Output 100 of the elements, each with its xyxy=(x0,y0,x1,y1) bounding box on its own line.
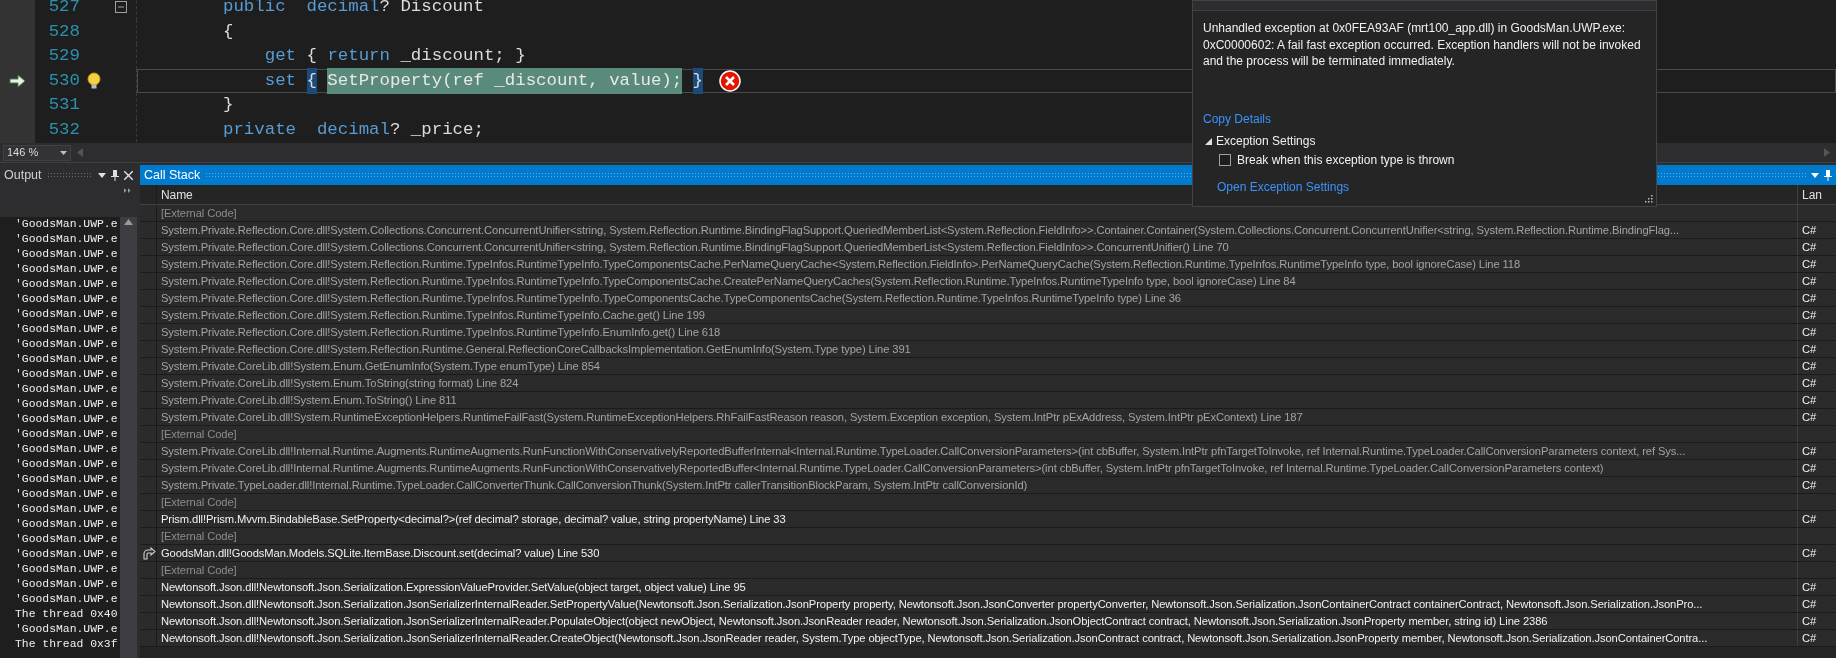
stack-frame[interactable]: System.Private.CoreLib.dll!Internal.Runtime.Augments.RuntimeAugments.RunFunctionWithConservativelyReportedBufferInternal<Internal.Runtime.TypeLoader.CallConversionParameters>(int cbBuffer, System.IntPtr pfnTargetToInvoke, ref Internal.Runtime.TypeLoader.CallConversionParameters context, ref Sys... xyxy=(161,445,1686,457)
output-line: 'GoodsMan.UWP.e xyxy=(15,262,119,277)
stack-frame[interactable]: System.Private.Reflection.Core.dll!System.Reflection.Runtime.TypeInfos.RuntimeTypeInfo.TypeComponentsCache.PerNameQueryCache<System.Reflection.FieldInfo>.PerNameQueryCache(System.Reflection.Runtime.TypeInfos.RuntimeTypeInfo type, bool ignoreCase) Line 118 xyxy=(161,258,1521,270)
output-line: 'GoodsMan.UWP.e xyxy=(15,397,119,412)
checkbox[interactable] xyxy=(1219,154,1231,166)
stack-frame[interactable]: System.Private.Reflection.Core.dll!System.Reflection.Runtime.General.ReflectionCoreCallbacksImplementation.GetEnumInfo(System.Type type) Line 391 xyxy=(161,343,911,355)
output-line: 'GoodsMan.UWP.e xyxy=(15,232,119,247)
column-header[interactable]: Name xyxy=(161,188,193,202)
code-text: } xyxy=(223,94,234,117)
stack-frame[interactable]: Newtonsoft.Json.dll!Newtonsoft.Json.Serialization.JsonSerializerInternalReader.CreateObject(Newtonsoft.Json.JsonReader reader, System.Type objectType, Newtonsoft.Json.Serialization.JsonContract contract, Newtonsoft.Json.Serialization.JsonProperty member, Newtonsoft.Json.Serialization.JsonContainerContra... xyxy=(161,632,1708,644)
code-keyword: get xyxy=(263,45,297,68)
output-line: 'GoodsMan.UWP.e xyxy=(15,577,119,592)
code-text: ? _price; xyxy=(390,118,484,141)
language-cell: C# xyxy=(1802,360,1817,372)
output-line: 'GoodsMan.UWP.e xyxy=(15,592,119,607)
output-line: 'GoodsMan.UWP.e xyxy=(15,517,119,532)
output-line: 'GoodsMan.UWP.e xyxy=(15,532,119,547)
language-cell: C# xyxy=(1802,309,1817,321)
language-cell: C# xyxy=(1802,479,1817,491)
language-cell: C# xyxy=(1802,241,1817,253)
language-cell: C# xyxy=(1802,326,1817,338)
stack-frame[interactable]: System.Private.Reflection.Core.dll!System.Reflection.Runtime.TypeInfos.RuntimeTypeInfo.EnumInfo.get() Line 618 xyxy=(161,326,721,338)
language-cell: C# xyxy=(1802,445,1817,457)
external-code-frame[interactable]: [External Code] xyxy=(161,428,237,440)
language-cell: C# xyxy=(1802,343,1817,355)
external-code-frame[interactable]: [External Code] xyxy=(161,564,237,576)
output-line: 'GoodsMan.UWP.e xyxy=(15,337,119,352)
output-line: 'GoodsMan.UWP.e xyxy=(15,292,119,307)
overflow-icon[interactable] xyxy=(124,188,131,193)
dropdown-icon[interactable] xyxy=(1811,172,1819,178)
stack-frame[interactable]: System.Private.Reflection.Core.dll!System.Reflection.Runtime.TypeInfos.RuntimeTypeInfo.Cache.get() Line 199 xyxy=(161,309,705,321)
stack-frame[interactable]: System.Private.CoreLib.dll!Internal.Runtime.Augments.RuntimeAugments.RunFunctionWithConservativelyReportedBuffer<Internal.Runtime.TypeLoader.CallConversionParameters>(int cbBuffer, System.IntPtr pfnTargetToInvoke, ref Internal.Runtime.TypeLoader.CallConversionParameters context) xyxy=(161,462,1604,474)
language-cell: C# xyxy=(1802,632,1817,644)
lightbulb-icon[interactable] xyxy=(86,72,101,90)
highlighted-brace: { xyxy=(306,67,317,94)
stack-frame[interactable]: GoodsMan.dll!GoodsMan.Models.SQLite.ItemBase.Discount.set(decimal? value) Line 530 xyxy=(161,547,600,559)
stack-frame[interactable]: System.Private.CoreLib.dll!System.RuntimeExceptionHelpers.RuntimeFailFast(System.RuntimeExceptionHelpers.RhFailFastReason reason, System.Exception exception, System.IntPtr pExAddress, System.IntPtr pExContext) Line 187 xyxy=(161,411,1303,423)
pin-icon[interactable] xyxy=(111,169,119,181)
output-line: The thread 0x40 xyxy=(15,607,119,622)
highlighted-brace: } xyxy=(692,67,704,94)
code-keyword: return xyxy=(327,45,390,68)
output-line: 'GoodsMan.UWP.e xyxy=(15,382,119,397)
stack-frame[interactable]: Newtonsoft.Json.dll!Newtonsoft.Json.Serialization.JsonSerializerInternalReader.SetPropertyValue(Newtonsoft.Json.Serialization.JsonProperty property, Newtonsoft.Json.JsonConverter propertyConverter, Newtonsoft.Json.Serialization.JsonContainerContract containerContract, Newtonsoft.Json.Serialization.JsonPro... xyxy=(161,598,1703,610)
stack-frame[interactable]: System.Private.CoreLib.dll!System.Enum.ToString(string format) Line 824 xyxy=(161,377,519,389)
zoom-dropdown[interactable]: 146 % xyxy=(3,144,71,161)
caret-icon xyxy=(60,150,67,155)
language-cell: C# xyxy=(1802,462,1817,474)
stack-frame[interactable]: System.Private.CoreLib.dll!System.Enum.ToString() Line 811 xyxy=(161,394,457,406)
collapse-icon[interactable] xyxy=(114,1,127,14)
code-keyword: private xyxy=(223,118,297,141)
stack-frame[interactable]: Prism.dll!Prism.Mvvm.BindableBase.SetProperty<decimal?>(ref decimal? storage, decimal? value, string propertyName) Line 33 xyxy=(161,513,786,525)
output-line: 'GoodsMan.UWP.e xyxy=(15,322,119,337)
open-settings-link[interactable]: Open Exception Settings xyxy=(1217,180,1350,194)
checkbox-label[interactable]: Break when this exception type is thrown xyxy=(1237,151,1455,169)
language-cell: C# xyxy=(1802,394,1817,406)
output-line: 'GoodsMan.UWP.e xyxy=(15,307,119,322)
resize-grip-icon[interactable] xyxy=(1644,194,1653,203)
column-header[interactable]: Lan xyxy=(1802,188,1823,202)
external-code-frame[interactable]: [External Code] xyxy=(161,207,237,219)
panel-title: Call Stack xyxy=(144,166,201,184)
output-line: 'GoodsMan.UWP.e xyxy=(15,472,119,487)
language-cell: C# xyxy=(1802,292,1817,304)
code-keyword: decimal xyxy=(315,118,390,141)
stack-frame[interactable]: System.Private.Reflection.Core.dll!System.Reflection.Runtime.TypeInfos.RuntimeTypeInfo.TypeComponentsCache.TypeComponentsCache(System.Reflection.Runtime.TypeInfos.RuntimeTypeInfo type) Line 36 xyxy=(161,292,1181,304)
stack-frame[interactable]: System.Private.Reflection.Core.dll!System.Collections.Concurrent.ConcurrentUnifier<string, System.Reflection.Runtime.BindingFlagSupport.QueriedMemberList<System.Reflection.FieldInfo>>.ConcurrentUnifier() Line 70 xyxy=(161,241,1229,253)
line-number: 528 xyxy=(47,20,81,43)
scroll-up-icon[interactable] xyxy=(124,219,133,225)
output-line: 'GoodsMan.UWP.e xyxy=(15,427,119,442)
line-number: 530 xyxy=(47,69,81,92)
language-cell: C# xyxy=(1802,581,1817,593)
stack-frame[interactable]: System.Private.Reflection.Core.dll!System.Collections.Concurrent.ConcurrentUnifier<string, System.Reflection.Runtime.BindingFlagSupport.QueriedMemberList<System.Reflection.FieldInfo>>.Container.Container(System.Collections.Concurrent.ConcurrentUnifier<string, System.Reflection.Runtime.BindingFlag... xyxy=(161,224,1679,236)
exception-message: Unhandled exception at 0x0FEA93AF (mrt100_app.dll) in GoodsMan.UWP.exe: 0xC0000602: A fail fast exception occurred. Exception handlers will not be invoked and the process will be terminated immediately. xyxy=(1203,20,1642,70)
output-line: 'GoodsMan.UWP.e xyxy=(15,352,119,367)
stack-frame[interactable]: Newtonsoft.Json.dll!Newtonsoft.Json.Serialization.ExpressionValueProvider.SetValue(object target, object value) Line 95 xyxy=(161,581,746,593)
error-icon[interactable] xyxy=(719,69,742,92)
language-cell: C# xyxy=(1802,615,1817,627)
pin-icon[interactable] xyxy=(1824,169,1832,181)
section-title: Exception Settings xyxy=(1216,133,1316,150)
line-number: 527 xyxy=(47,0,81,19)
language-cell: C# xyxy=(1802,513,1817,525)
dropdown-icon[interactable] xyxy=(98,172,106,178)
output-line: 'GoodsMan.UWP.e xyxy=(15,277,119,292)
language-cell: C# xyxy=(1802,224,1817,236)
close-icon[interactable] xyxy=(124,170,133,180)
external-code-frame[interactable]: [External Code] xyxy=(161,496,237,508)
line-number: 531 xyxy=(47,94,81,117)
language-cell: C# xyxy=(1802,547,1817,559)
stack-frame[interactable]: Newtonsoft.Json.dll!Newtonsoft.Json.Serialization.JsonSerializerInternalReader.PopulateObject(object newObject, Newtonsoft.Json.JsonReader reader, Newtonsoft.Json.Serialization.JsonObjectContract contract, Newtonsoft.Json.Serialization.JsonProperty member, string id) Line 2386 xyxy=(161,615,1548,627)
external-code-frame[interactable]: [External Code] xyxy=(161,530,237,542)
output-line: 'GoodsMan.UWP.e xyxy=(15,247,119,262)
output-line: 'GoodsMan.UWP.e xyxy=(15,622,119,637)
output-line: 'GoodsMan.UWP.e xyxy=(15,217,119,232)
stack-frame[interactable]: System.Private.TypeLoader.dll!Internal.Runtime.TypeLoader.CallConverterThunk.CallConversionThunk(System.IntPtr callerTransitionBlockParam, System.IntPtr callConversionId) xyxy=(161,479,1028,491)
copy-details-link[interactable]: Copy Details xyxy=(1203,112,1272,126)
expander-icon[interactable] xyxy=(1205,138,1212,146)
output-line: The thread 0x3f xyxy=(15,637,119,652)
output-line: 'GoodsMan.UWP.e xyxy=(15,367,119,382)
stack-frame[interactable]: System.Private.Reflection.Core.dll!System.Reflection.Runtime.TypeInfos.RuntimeTypeInfo.TypeComponentsCache.CreatePerNameQueryCaches(System.Reflection.Runtime.TypeInfos.RuntimeTypeInfo type, bool ignoreCase) Line 84 xyxy=(161,275,1296,287)
stack-frame[interactable]: System.Private.CoreLib.dll!System.Enum.GetEnumInfo(System.Type enumType) Line 854 xyxy=(161,360,600,372)
line-number: 529 xyxy=(47,45,81,68)
